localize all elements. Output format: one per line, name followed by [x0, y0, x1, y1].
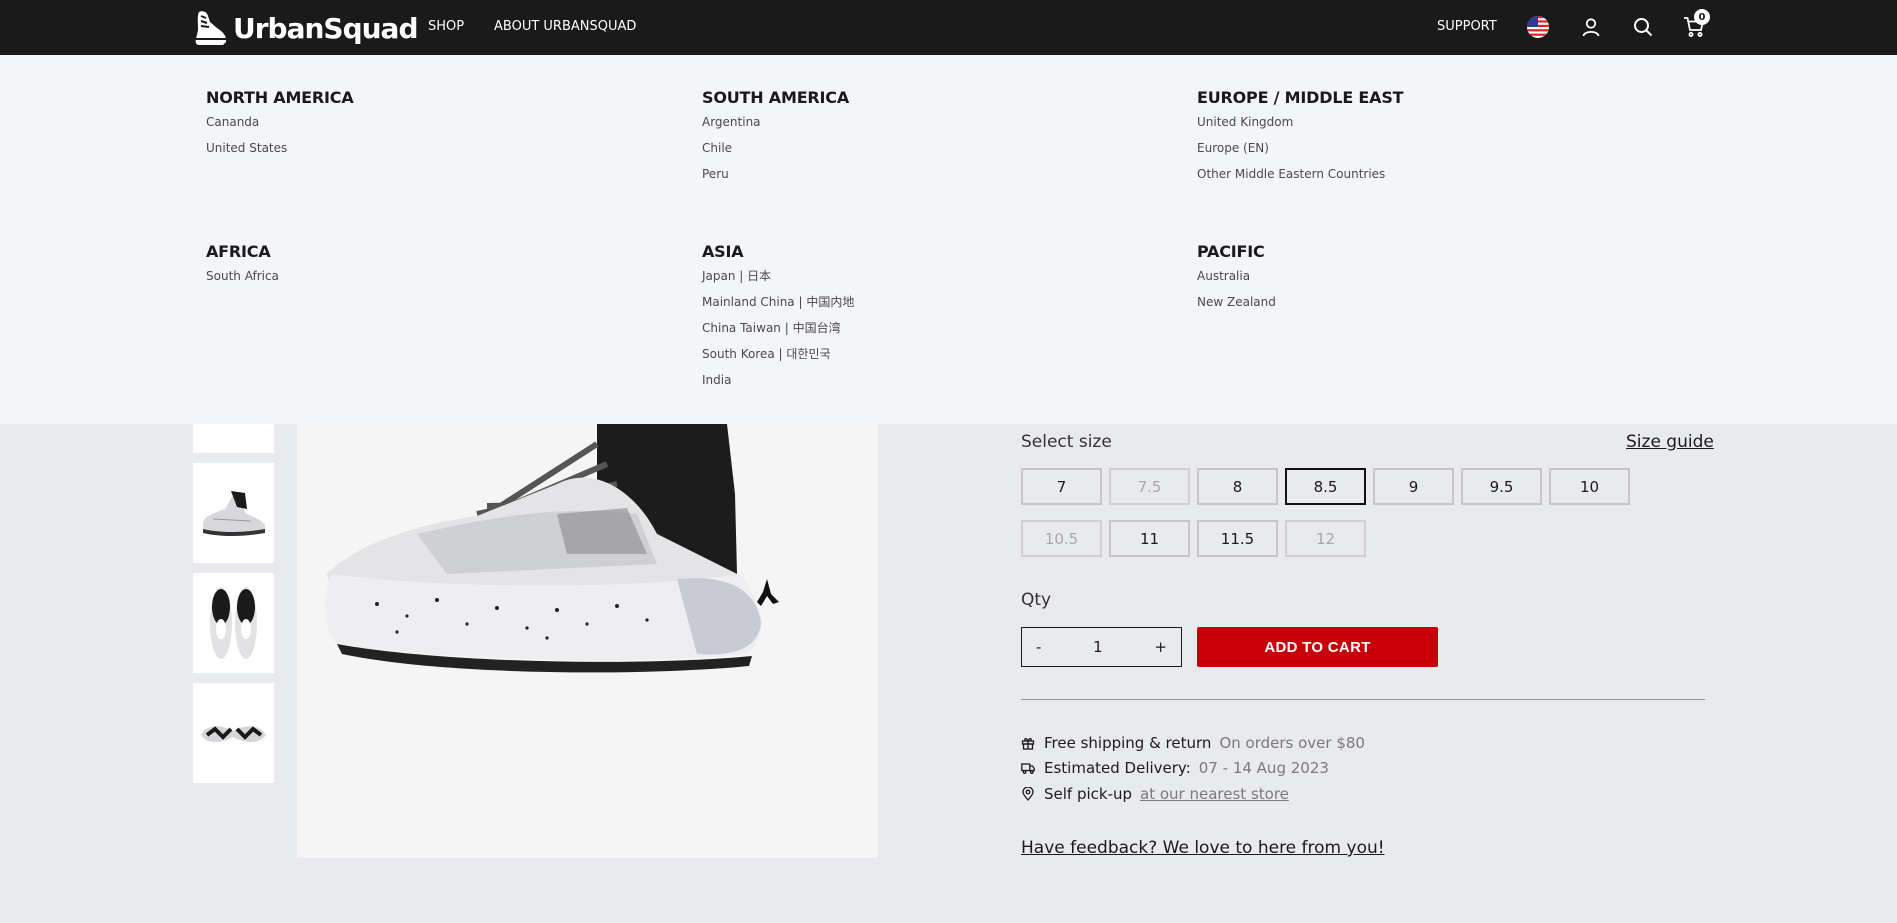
region-title: SOUTH AMERICA: [702, 88, 850, 107]
pickup-info-row: Self pick-up at our nearest store: [1021, 785, 1289, 803]
product-thumbnail-2[interactable]: [193, 463, 274, 563]
country-link-australia[interactable]: Australia: [1197, 269, 1276, 295]
search-button[interactable]: [1629, 13, 1657, 41]
qty-value-input[interactable]: 1: [1093, 638, 1103, 656]
size-option-10[interactable]: 10: [1549, 468, 1630, 505]
pickup-label: Self pick-up: [1044, 785, 1133, 803]
country-link-other-middle-east[interactable]: Other Middle Eastern Countries: [1197, 167, 1403, 193]
country-link-argentina[interactable]: Argentina: [702, 115, 849, 141]
size-option-7[interactable]: 7: [1021, 468, 1102, 505]
size-guide-link[interactable]: Size guide: [1626, 432, 1714, 452]
brand-logo[interactable]: UrbanSquad: [193, 8, 418, 48]
region-title: EUROPE / MIDDLE EAST: [1197, 88, 1404, 107]
shoe-thumbnail-image: [203, 491, 265, 536]
country-link-canada[interactable]: Cananda: [206, 115, 354, 141]
nav-support[interactable]: SUPPORT: [1437, 19, 1497, 34]
size-option-7-5[interactable]: 7.5: [1109, 468, 1190, 505]
country-link-peru[interactable]: Peru: [702, 167, 849, 193]
country-mega-menu: NORTH AMERICA Cananda United States SOUT…: [0, 55, 1897, 424]
country-link-south-korea[interactable]: South Korea | 대한민국: [702, 347, 854, 373]
feedback-link[interactable]: Have feedback? We love to here from you!: [1021, 838, 1385, 858]
nav-shop[interactable]: SHOP: [428, 19, 464, 34]
size-option-11[interactable]: 11: [1109, 520, 1190, 557]
size-option-11-5[interactable]: 11.5: [1197, 520, 1278, 557]
country-link-india[interactable]: India: [702, 373, 854, 399]
country-link-mainland-china[interactable]: Mainland China | 中国内地: [702, 295, 854, 321]
product-thumbnail-3[interactable]: [193, 573, 274, 673]
sneaker-logo-icon: [195, 11, 227, 46]
add-to-cart-button[interactable]: ADD TO CART: [1197, 627, 1438, 667]
country-link-japan[interactable]: Japan | 日本: [702, 269, 854, 295]
region-europe-middle-east: EUROPE / MIDDLE EAST United Kingdom Euro…: [1197, 88, 1404, 193]
nearest-store-link[interactable]: at our nearest store: [1140, 785, 1289, 803]
shipping-value: On orders over $80: [1219, 734, 1365, 752]
qty-decrement-button[interactable]: -: [1036, 638, 1041, 656]
region-south-america: SOUTH AMERICA Argentina Chile Peru: [702, 88, 849, 193]
size-option-9-5[interactable]: 9.5: [1461, 468, 1542, 505]
gift-icon: [1021, 736, 1035, 750]
select-size-label: Select size: [1021, 432, 1112, 452]
product-main-image[interactable]: [297, 424, 878, 858]
cart-count-badge: 0: [1694, 9, 1710, 25]
region-asia: ASIA Japan | 日本 Mainland China | 中国内地 Ch…: [702, 242, 854, 399]
country-link-united-states[interactable]: United States: [206, 141, 354, 167]
qty-label: Qty: [1021, 590, 1052, 610]
search-icon: [1634, 18, 1653, 37]
size-option-9[interactable]: 9: [1373, 468, 1454, 505]
delivery-label: Estimated Delivery:: [1044, 759, 1191, 777]
country-link-chile[interactable]: Chile: [702, 141, 849, 167]
brand-name: UrbanSquad: [233, 11, 418, 45]
size-option-8[interactable]: 8: [1197, 468, 1278, 505]
top-navbar: UrbanSquad SHOP ABOUT URBANSQUAD SUPPORT: [0, 0, 1897, 55]
country-link-new-zealand[interactable]: New Zealand: [1197, 295, 1276, 321]
cart-button[interactable]: 0: [1680, 9, 1710, 41]
region-north-america: NORTH AMERICA Cananda United States: [206, 88, 354, 167]
country-link-europe-en[interactable]: Europe (EN): [1197, 141, 1403, 167]
region-africa: AFRICA South Africa: [206, 242, 279, 295]
truck-icon: [1021, 761, 1035, 775]
region-pacific: PACIFIC Australia New Zealand: [1197, 242, 1276, 321]
account-button[interactable]: [1577, 13, 1605, 41]
section-divider: [1021, 699, 1705, 700]
region-title: PACIFIC: [1197, 242, 1265, 261]
shipping-info-row: Free shipping & return On orders over $8…: [1021, 734, 1365, 752]
country-link-united-kingdom[interactable]: United Kingdom: [1197, 115, 1403, 141]
shipping-label: Free shipping & return: [1044, 734, 1212, 752]
us-flag-icon: [1527, 16, 1549, 38]
delivery-value: 07 - 14 Aug 2023: [1198, 759, 1329, 777]
nav-about[interactable]: ABOUT URBANSQUAD: [494, 19, 636, 34]
shoe-thumbnail-image: [201, 726, 266, 742]
region-title: NORTH AMERICA: [206, 88, 354, 107]
size-option-8-5[interactable]: 8.5: [1285, 468, 1366, 505]
country-selector[interactable]: [1524, 13, 1552, 41]
qty-increment-button[interactable]: +: [1154, 638, 1167, 656]
product-thumbnail-4[interactable]: [193, 683, 274, 783]
location-pin-icon: [1021, 787, 1035, 801]
shoe-thumbnail-image: [210, 587, 257, 659]
user-icon: [1582, 18, 1600, 37]
region-title: ASIA: [702, 242, 744, 261]
sneaker-image: [325, 424, 779, 673]
delivery-info-row: Estimated Delivery: 07 - 14 Aug 2023: [1021, 759, 1329, 777]
country-link-china-taiwan[interactable]: China Taiwan | 中国台湾: [702, 321, 854, 347]
quantity-stepper: - 1 +: [1021, 627, 1182, 667]
region-title: AFRICA: [206, 242, 271, 261]
country-link-south-africa[interactable]: South Africa: [206, 269, 279, 295]
size-option-12[interactable]: 12: [1285, 520, 1366, 557]
size-option-10-5[interactable]: 10.5: [1021, 520, 1102, 557]
